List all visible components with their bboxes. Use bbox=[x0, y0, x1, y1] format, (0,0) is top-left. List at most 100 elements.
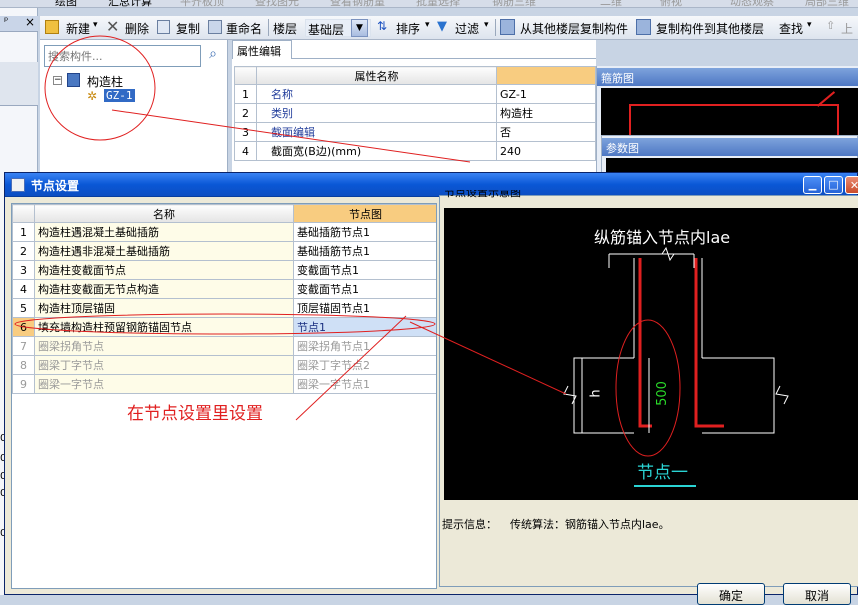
column-header-name: 名称 bbox=[34, 204, 294, 223]
delete-icon: ✕ bbox=[106, 17, 120, 36]
menu-dynamic-view[interactable]: 动态观察 bbox=[730, 0, 774, 7]
rename-icon bbox=[208, 20, 222, 34]
node-preview-canvas: 纵筋锚入节点内lae h 500 节点一 bbox=[444, 208, 858, 500]
new-icon bbox=[45, 20, 59, 34]
node-cell-selected[interactable]: 节点1 bbox=[293, 317, 436, 337]
table-row[interactable]: 8 圈梁丁字节点 圈梁丁字节点2 bbox=[12, 355, 436, 375]
node-preview-panel: 节点设置示意图 纵筋锚入节点内lae h 500 节点一 提示信息： 传统算法：… bbox=[439, 190, 858, 587]
table-row[interactable]: 2 构造柱遇非混凝土基础插筋 基础插筋节点1 bbox=[12, 241, 436, 261]
properties-table: 属性名称 1 名称 GZ-1 2 类别 构造柱 3 截面编辑否 4 截面宽(B边)(mm) 2… bbox=[234, 66, 596, 161]
dialog-app-icon bbox=[11, 178, 25, 192]
menu-summary-calc[interactable]: 汇总计算 bbox=[108, 0, 152, 7]
column-base-right bbox=[702, 357, 775, 434]
maximize-button[interactable]: □ bbox=[824, 176, 843, 194]
delete-button[interactable]: 删除 bbox=[125, 20, 149, 37]
dialog-title: 节点设置 bbox=[31, 179, 80, 193]
gear-icon: ✲ bbox=[87, 89, 98, 103]
break-mark bbox=[775, 385, 789, 405]
menu-flat-top[interactable]: 平齐板顶 bbox=[180, 0, 224, 7]
menu-find-element[interactable]: 查找图元 bbox=[255, 0, 299, 7]
node-settings-dialog: 节点设置 ▁ □ ✕ 名称 节点图 1 构造柱遇混凝土基础插筋 基础插筋节点1 2构… bbox=[4, 172, 858, 605]
top-menu-strip: 绘图 汇总计算 平齐板顶 查找图元 查看钢筋量 批量选择 钢筋三维 二维 俯视 … bbox=[0, 0, 858, 8]
node-table: 名称 节点图 1 构造柱遇混凝土基础插筋 基础插筋节点1 2 构造柱遇非混凝土基础插筋… bbox=[12, 204, 436, 394]
up-button[interactable]: 上 bbox=[841, 20, 853, 37]
floor-dropdown-icon[interactable]: ▼ bbox=[351, 19, 368, 37]
drawing-dim-h: h bbox=[588, 389, 604, 398]
table-row[interactable]: 5 构造柱顶层锚固 顶层锚固节点1 bbox=[12, 298, 436, 318]
table-row[interactable]: 9 圈梁一字节点 圈梁一字节点1 bbox=[12, 374, 436, 394]
param-figure-panel: 参数图 bbox=[601, 135, 858, 176]
new-dropdown-icon[interactable]: ▾ bbox=[93, 20, 98, 30]
toolbar: 新建 ▾ ✕ 删除 复制 重命名 楼层 基础层 ▼ ⇅ 排序 ▾ ▼ 过滤 ▾ … bbox=[40, 16, 858, 40]
table-row[interactable]: 1 构造柱遇混凝土基础插筋 基础插筋节点1 bbox=[12, 222, 436, 242]
sort-icon: ⇅ bbox=[377, 19, 388, 33]
sort-dropdown-icon[interactable]: ▾ bbox=[425, 20, 430, 30]
menu-rebar-3d[interactable]: 钢筋三维 bbox=[492, 0, 536, 7]
dock-close-icon[interactable]: × bbox=[25, 15, 35, 29]
up-arrow-icon[interactable]: ⇧ bbox=[826, 19, 835, 32]
tree-collapse-icon[interactable]: − bbox=[53, 76, 62, 85]
menu-draw[interactable]: 绘图 bbox=[55, 0, 77, 7]
copy-from-floor-button[interactable]: 从其他楼层复制构件 bbox=[520, 20, 628, 37]
table-row[interactable]: 4 截面宽(B边)(mm) 240 bbox=[234, 141, 596, 161]
column-header-node: 节点图 bbox=[293, 204, 436, 223]
menu-local-3d[interactable]: 局部三维 bbox=[805, 0, 849, 7]
filter-button[interactable]: 过滤 bbox=[455, 20, 479, 37]
rename-button[interactable]: 重命名 bbox=[226, 20, 262, 37]
tree-item-gz1[interactable]: GZ-1 bbox=[104, 89, 135, 102]
close-button[interactable]: ✕ bbox=[845, 176, 858, 194]
sort-button[interactable]: 排序 bbox=[396, 20, 420, 37]
drawing-dim-500: 500 bbox=[654, 381, 670, 406]
toolbar-separator bbox=[268, 19, 269, 36]
ok-button[interactable]: 确定 bbox=[697, 583, 765, 605]
rebar-left bbox=[638, 258, 652, 428]
node-table-area: 名称 节点图 1 构造柱遇混凝土基础插筋 基础插筋节点1 2 构造柱遇非混凝土基础插筋… bbox=[11, 203, 437, 589]
minimize-button[interactable]: ▁ bbox=[803, 176, 822, 194]
copy-button[interactable]: 复制 bbox=[176, 20, 200, 37]
filter-icon: ▼ bbox=[437, 19, 447, 34]
dock-pin-icon[interactable]: ᵖ bbox=[4, 16, 8, 27]
menu-top-view[interactable]: 俯视 bbox=[660, 0, 682, 7]
properties-panel: 属性编辑 属性名称 1 名称 GZ-1 2 类别 构造柱 3 截面编辑否 4 截面宽(B边)… bbox=[232, 40, 596, 175]
search-input[interactable] bbox=[44, 45, 201, 67]
table-row-selected[interactable]: 6 填充墙构造柱预留钢筋锚固节点 节点1 bbox=[12, 317, 436, 337]
node-drawing bbox=[563, 246, 789, 487]
table-row[interactable]: 1 名称 GZ-1 bbox=[234, 84, 596, 104]
copy-to-floor-button[interactable]: 复制构件到其他楼层 bbox=[656, 20, 764, 37]
column-icon bbox=[67, 73, 80, 87]
copy-to-floor-icon bbox=[636, 19, 651, 35]
node-table-corner bbox=[12, 204, 35, 223]
filter-dropdown-icon[interactable]: ▾ bbox=[484, 20, 489, 30]
find-button[interactable]: 查找 bbox=[779, 20, 803, 37]
table-row[interactable]: 3 构造柱变截面节点 变截面节点1 bbox=[12, 260, 436, 280]
column-header-value bbox=[496, 66, 596, 85]
floor-label: 楼层 bbox=[273, 22, 298, 36]
dock-tab bbox=[0, 62, 38, 106]
rebar-figure-title: 箍筋图 bbox=[597, 68, 858, 86]
table-row[interactable]: 2 类别 构造柱 bbox=[234, 103, 596, 123]
new-button[interactable]: 新建 bbox=[66, 20, 90, 37]
dialog-titlebar: 节点设置 ▁ □ ✕ bbox=[5, 173, 858, 197]
row-header-corner bbox=[234, 66, 257, 85]
preview-title: 节点设置示意图 bbox=[444, 190, 521, 199]
menu-batch-select[interactable]: 批量选择 bbox=[416, 0, 460, 7]
rebar-right bbox=[694, 258, 724, 428]
table-row[interactable]: 7 圈梁拐角节点 圈梁拐角节点1 bbox=[12, 336, 436, 356]
menu-2d[interactable]: 二维 bbox=[600, 0, 622, 7]
menu-view-rebar[interactable]: 查看钢筋量 bbox=[330, 0, 385, 7]
column-header-property-name: 属性名称 bbox=[256, 66, 497, 85]
toolbar-separator bbox=[495, 19, 496, 36]
table-row[interactable]: 4 构造柱变截面无节点构造 变截面节点1 bbox=[12, 279, 436, 299]
table-row[interactable]: 3 截面编辑否 bbox=[234, 122, 596, 142]
component-panel: ⌕ − 构造柱 ✲ GZ-1 bbox=[40, 40, 228, 175]
find-dropdown-icon[interactable]: ▾ bbox=[807, 20, 812, 30]
param-figure-title: 参数图 bbox=[602, 138, 858, 156]
tree-root-constructional-column[interactable]: 构造柱 bbox=[87, 73, 123, 90]
copy-from-floor-icon bbox=[500, 19, 515, 35]
cancel-button[interactable]: 取消 bbox=[783, 583, 851, 605]
tab-property-edit[interactable]: 属性编辑 bbox=[232, 40, 292, 59]
search-icon[interactable]: ⌕ bbox=[203, 46, 223, 66]
annotation-text: 在节点设置里设置 bbox=[127, 404, 263, 424]
drawing-top-label: 纵筋锚入节点内lae bbox=[594, 228, 731, 247]
column-base-left bbox=[573, 357, 634, 434]
